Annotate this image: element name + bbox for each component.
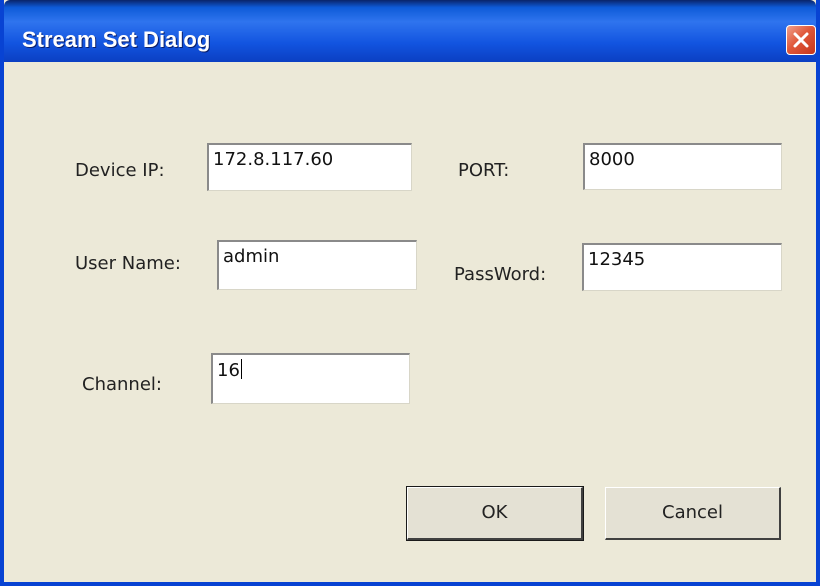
close-button[interactable] — [786, 25, 816, 55]
port-input[interactable]: 8000 — [583, 143, 782, 190]
channel-input[interactable]: 16 — [211, 353, 410, 404]
ok-button-label: OK — [481, 502, 508, 523]
device-ip-value: 172.8.117.60 — [213, 149, 334, 170]
ok-button[interactable]: OK — [406, 486, 584, 541]
password-value: 12345 — [588, 249, 646, 270]
dialog-title: Stream Set Dialog — [22, 27, 211, 52]
cancel-button[interactable]: Cancel — [605, 487, 781, 540]
stream-set-dialog: Stream Set Dialog Device IP: 172.8.117.6… — [0, 0, 820, 586]
channel-label: Channel: — [82, 374, 162, 395]
user-name-value: admin — [223, 246, 280, 267]
title-bar[interactable]: Stream Set Dialog — [4, 0, 816, 62]
user-name-input[interactable]: admin — [217, 240, 417, 290]
user-name-label: User Name: — [75, 253, 181, 274]
text-cursor — [240, 359, 242, 379]
port-value: 8000 — [589, 149, 635, 170]
device-ip-label: Device IP: — [75, 160, 165, 181]
close-icon — [793, 32, 809, 48]
password-label: PassWord: — [454, 264, 547, 285]
device-ip-input[interactable]: 172.8.117.60 — [207, 143, 412, 191]
port-label: PORT: — [458, 160, 510, 181]
channel-value: 16 — [217, 360, 240, 381]
cancel-button-label: Cancel — [662, 502, 723, 523]
password-input[interactable]: 12345 — [582, 243, 782, 291]
